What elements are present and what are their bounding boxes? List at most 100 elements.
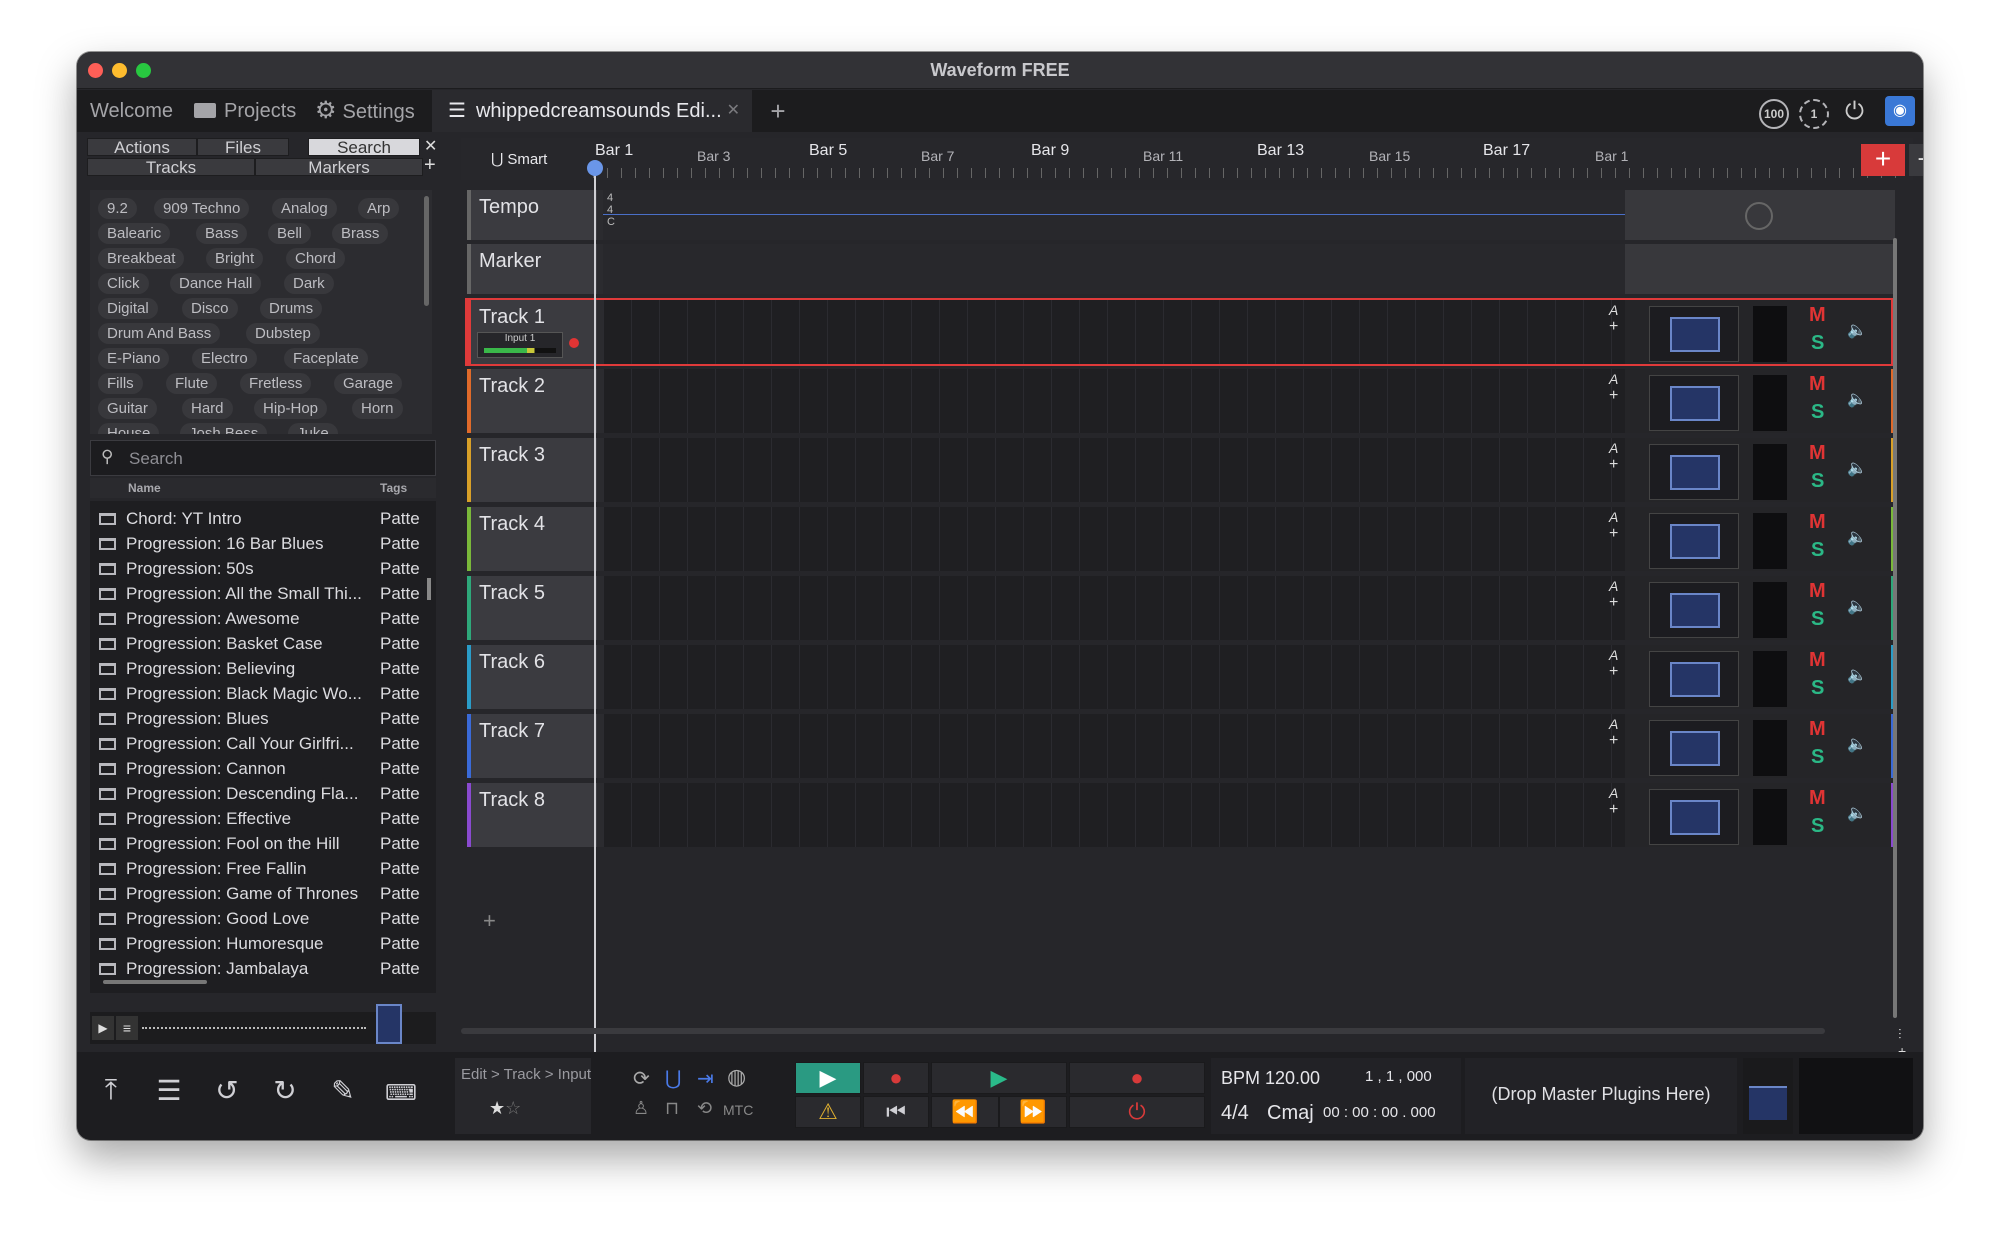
record-arm-icon[interactable]	[569, 338, 579, 348]
tag-chip[interactable]: Guitar	[98, 398, 157, 419]
time-signature-display[interactable]: 4/4	[1221, 1102, 1249, 1125]
playhead[interactable]	[594, 168, 596, 1066]
automation-icon[interactable]	[1745, 202, 1773, 230]
list-item[interactable]: Progression: Game of Thrones Patte	[90, 882, 436, 906]
palette-icon[interactable]: ◍	[727, 1064, 746, 1090]
bpm-display[interactable]: BPM 120.00	[1221, 1068, 1320, 1089]
solo-button[interactable]: S	[1811, 539, 1824, 562]
tab-settings[interactable]: ⚙ Settings	[315, 90, 425, 132]
add-plugin-button[interactable]: +	[1609, 594, 1618, 612]
keyboard-icon[interactable]: ⌨	[381, 1080, 421, 1106]
tag-chip[interactable]: E-Piano	[98, 348, 170, 369]
tag-chip[interactable]: Juke	[288, 423, 338, 434]
master-plugins-area[interactable]: (Drop Master Plugins Here)	[1465, 1058, 1737, 1134]
tab-actions[interactable]: Actions	[87, 138, 197, 157]
fast-forward-button[interactable]: ⏩	[999, 1096, 1067, 1128]
add-plugin-button[interactable]: +	[1609, 801, 1618, 819]
tempo-track-header[interactable]: Tempo	[467, 190, 597, 240]
record-arm-button[interactable]: ●	[863, 1062, 929, 1094]
track-header[interactable]: Track 6	[467, 645, 597, 709]
tag-chip[interactable]: Horn	[352, 398, 403, 419]
wrench-icon[interactable]: ✎	[323, 1074, 363, 1107]
add-plugin-button[interactable]: +	[1609, 387, 1618, 405]
speaker-icon[interactable]: 🔈	[1847, 389, 1867, 409]
automation-button[interactable]: A	[1609, 371, 1618, 387]
timeline-vscrollbar[interactable]	[1893, 238, 1897, 1018]
tab-search[interactable]: Search	[308, 138, 420, 157]
tag-chip[interactable]: 9.2	[98, 198, 137, 219]
list-item[interactable]: Progression: Basket Case Patte	[90, 632, 436, 656]
tag-chip[interactable]: Drum And Bass	[98, 323, 221, 344]
speaker-icon[interactable]: 🔈	[1847, 803, 1867, 823]
plugin-slot[interactable]	[1649, 582, 1739, 638]
menu-icon[interactable]: ☰	[149, 1074, 189, 1107]
plugin-slot[interactable]	[1649, 306, 1739, 362]
warning-icon[interactable]: ⚠	[795, 1096, 861, 1128]
track-header[interactable]: Track 5	[467, 576, 597, 640]
plugin-slot[interactable]	[1649, 651, 1739, 707]
speaker-icon[interactable]: 🔈	[1847, 665, 1867, 685]
tag-chip[interactable]: House	[98, 423, 160, 434]
track-header[interactable]: Track 8	[467, 783, 597, 847]
track-header[interactable]: Track 1 Input 1	[467, 300, 597, 364]
tab-tracks[interactable]: Tracks	[87, 158, 255, 177]
mute-button[interactable]: M	[1809, 373, 1826, 396]
undo-icon[interactable]: ↺	[207, 1074, 247, 1107]
marker-track-header[interactable]: Marker	[467, 244, 597, 294]
track-lane[interactable]	[603, 300, 1625, 364]
solo-button[interactable]: S	[1811, 470, 1824, 493]
add-plugin-button[interactable]: +	[1609, 525, 1618, 543]
mute-button[interactable]: M	[1809, 787, 1826, 810]
tempo-display[interactable]: BPM 120.00 1 , 1 , 000 4/4 Cmaj 00 : 00 …	[1211, 1058, 1461, 1134]
tag-chip[interactable]: Arp	[358, 198, 400, 219]
automation-button[interactable]: A	[1609, 440, 1618, 456]
tag-chip[interactable]: Faceplate	[284, 348, 368, 369]
tempo-lane[interactable]: 44C	[603, 190, 1625, 240]
plugin-slot[interactable]	[1649, 720, 1739, 776]
track-lane[interactable]	[603, 438, 1625, 502]
tempo-line[interactable]	[603, 214, 1625, 215]
tag-chip[interactable]: Electro	[192, 348, 257, 369]
plugin-slot[interactable]	[1649, 444, 1739, 500]
add-button[interactable]: +	[1909, 144, 1923, 176]
tag-chip[interactable]: Disco	[182, 298, 238, 319]
list-item[interactable]: Progression: All the Small Thi... Patte	[90, 582, 436, 606]
mute-button[interactable]: M	[1809, 304, 1826, 327]
add-track-plus[interactable]: +	[483, 908, 496, 934]
time-display[interactable]: 00 : 00 : 00 . 000	[1323, 1104, 1436, 1121]
close-icon[interactable]: ✕	[424, 136, 437, 156]
timeline-ruler[interactable]: ⋃ Smart Bar 1 Bar 3 Bar 5 Bar 7 Bar 9 Bar 11 Ba…	[461, 138, 1923, 180]
track-lane[interactable]	[603, 576, 1625, 640]
mtc-button[interactable]: MTC	[723, 1102, 753, 1118]
edit-breadcrumb[interactable]: Edit > Track > Input	[461, 1066, 591, 1083]
plugin-icon[interactable]: ⏻	[1845, 98, 1864, 126]
tag-chip[interactable]: Dance Hall	[170, 273, 262, 294]
list-item[interactable]: Progression: Descending Fla... Patte	[90, 782, 436, 806]
list-item[interactable]: Progression: Blues Patte	[90, 707, 436, 731]
play-button[interactable]: ▶	[931, 1062, 1067, 1094]
playhead-handle[interactable]	[587, 160, 603, 176]
add-plugin-button[interactable]: +	[1609, 318, 1618, 336]
speaker-icon[interactable]: 🔈	[1847, 734, 1867, 754]
tag-chip[interactable]: Chord	[286, 248, 345, 269]
tag-chip[interactable]: Hard	[182, 398, 233, 419]
tag-chip[interactable]: Breakbeat	[98, 248, 185, 269]
solo-button[interactable]: S	[1811, 815, 1824, 838]
lock-icon[interactable]: ⊓	[665, 1098, 679, 1119]
key-display[interactable]: Cmaj	[1267, 1102, 1314, 1125]
clock-meter-icon[interactable]: 1	[1799, 99, 1829, 129]
mute-button[interactable]: M	[1809, 511, 1826, 534]
close-tab-icon[interactable]: ✕	[727, 90, 740, 132]
add-icon[interactable]: +	[424, 154, 436, 177]
list-item[interactable]: Progression: Jambalaya Patte	[90, 957, 436, 981]
solo-button[interactable]: S	[1811, 608, 1824, 631]
new-tab-button[interactable]: +	[760, 90, 796, 132]
tag-chip[interactable]: Analog	[272, 198, 337, 219]
punch-icon[interactable]: ⇥	[697, 1066, 714, 1091]
tab-files[interactable]: Files	[197, 138, 289, 157]
sync-icon[interactable]: ⟲	[697, 1098, 712, 1119]
speaker-icon[interactable]: 🔈	[1847, 596, 1867, 616]
input-device[interactable]: Input 1	[477, 332, 563, 358]
speaker-icon[interactable]: 🔈	[1847, 527, 1867, 547]
list-item[interactable]: Progression: Humoresque Patte	[90, 932, 436, 956]
